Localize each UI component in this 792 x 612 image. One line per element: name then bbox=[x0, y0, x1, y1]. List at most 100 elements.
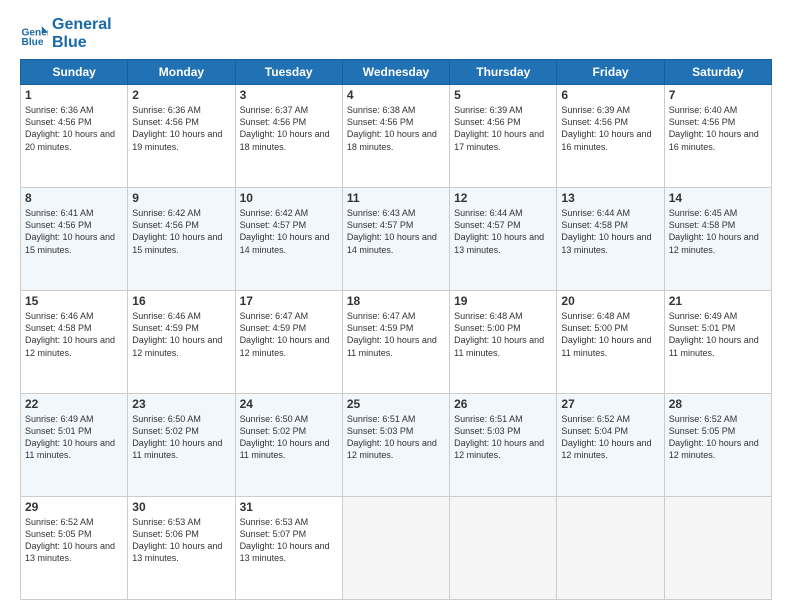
day-info: Sunrise: 6:50 AMSunset: 5:02 PMDaylight:… bbox=[240, 413, 338, 462]
day-cell-3: 3 Sunrise: 6:37 AMSunset: 4:56 PMDaylight… bbox=[235, 85, 342, 188]
day-cell-13: 13 Sunrise: 6:44 AMSunset: 4:58 PMDayligh… bbox=[557, 188, 664, 291]
day-info: Sunrise: 6:48 AMSunset: 5:00 PMDaylight:… bbox=[454, 310, 552, 359]
day-cell-14: 14 Sunrise: 6:45 AMSunset: 4:58 PMDayligh… bbox=[664, 188, 771, 291]
day-info: Sunrise: 6:36 AMSunset: 4:56 PMDaylight:… bbox=[25, 104, 123, 153]
day-number: 18 bbox=[347, 294, 445, 308]
day-cell-29: 29 Sunrise: 6:52 AMSunset: 5:05 PMDayligh… bbox=[21, 497, 128, 600]
day-number: 2 bbox=[132, 88, 230, 102]
day-number: 4 bbox=[347, 88, 445, 102]
day-info: Sunrise: 6:47 AMSunset: 4:59 PMDaylight:… bbox=[240, 310, 338, 359]
logo-blue: Blue bbox=[52, 34, 112, 52]
day-cell-11: 11 Sunrise: 6:43 AMSunset: 4:57 PMDayligh… bbox=[342, 188, 449, 291]
svg-text:Blue: Blue bbox=[22, 36, 44, 47]
header: General Blue General Blue bbox=[20, 16, 772, 51]
day-info: Sunrise: 6:53 AMSunset: 5:06 PMDaylight:… bbox=[132, 516, 230, 565]
day-number: 21 bbox=[669, 294, 767, 308]
day-number: 10 bbox=[240, 191, 338, 205]
day-number: 6 bbox=[561, 88, 659, 102]
day-number: 17 bbox=[240, 294, 338, 308]
page: General Blue General Blue SundayMondayTu… bbox=[0, 0, 792, 612]
day-cell-23: 23Sunrise: 6:50 AMSunset: 5:02 PMDayligh… bbox=[128, 394, 235, 497]
day-info: Sunrise: 6:53 AMSunset: 5:07 PMDaylight:… bbox=[240, 516, 338, 565]
day-cell-9: 9 Sunrise: 6:42 AMSunset: 4:56 PMDaylight… bbox=[128, 188, 235, 291]
day-number: 12 bbox=[454, 191, 552, 205]
day-cell-4: 4 Sunrise: 6:38 AMSunset: 4:56 PMDaylight… bbox=[342, 85, 449, 188]
day-header-wednesday: Wednesday bbox=[342, 60, 449, 85]
day-cell-18: 18Sunrise: 6:47 AMSunset: 4:59 PMDayligh… bbox=[342, 291, 449, 394]
day-header-thursday: Thursday bbox=[450, 60, 557, 85]
logo-icon: General Blue bbox=[20, 20, 48, 48]
day-cell-8: 8Sunrise: 6:41 AMSunset: 4:56 PMDaylight… bbox=[21, 188, 128, 291]
day-cell-6: 6 Sunrise: 6:39 AMSunset: 4:56 PMDaylight… bbox=[557, 85, 664, 188]
day-number: 25 bbox=[347, 397, 445, 411]
day-info: Sunrise: 6:37 AMSunset: 4:56 PMDaylight:… bbox=[240, 104, 338, 153]
day-number: 3 bbox=[240, 88, 338, 102]
day-number: 5 bbox=[454, 88, 552, 102]
day-info: Sunrise: 6:51 AMSunset: 5:03 PMDaylight:… bbox=[347, 413, 445, 462]
day-info: Sunrise: 6:41 AMSunset: 4:56 PMDaylight:… bbox=[25, 207, 123, 256]
week-row-2: 8Sunrise: 6:41 AMSunset: 4:56 PMDaylight… bbox=[21, 188, 772, 291]
day-number: 22 bbox=[25, 397, 123, 411]
day-number: 16 bbox=[132, 294, 230, 308]
day-number: 13 bbox=[561, 191, 659, 205]
day-info: Sunrise: 6:43 AMSunset: 4:57 PMDaylight:… bbox=[347, 207, 445, 256]
week-row-1: 1 Sunrise: 6:36 AMSunset: 4:56 PMDaylight… bbox=[21, 85, 772, 188]
day-cell-5: 5 Sunrise: 6:39 AMSunset: 4:56 PMDaylight… bbox=[450, 85, 557, 188]
empty-cell bbox=[450, 497, 557, 600]
day-info: Sunrise: 6:42 AMSunset: 4:57 PMDaylight:… bbox=[240, 207, 338, 256]
day-number: 29 bbox=[25, 500, 123, 514]
day-info: Sunrise: 6:51 AMSunset: 5:03 PMDaylight:… bbox=[454, 413, 552, 462]
calendar-header-row: SundayMondayTuesdayWednesdayThursdayFrid… bbox=[21, 60, 772, 85]
empty-cell bbox=[342, 497, 449, 600]
day-cell-19: 19 Sunrise: 6:48 AMSunset: 5:00 PMDayligh… bbox=[450, 291, 557, 394]
day-header-friday: Friday bbox=[557, 60, 664, 85]
day-cell-28: 28Sunrise: 6:52 AMSunset: 5:05 PMDayligh… bbox=[664, 394, 771, 497]
day-cell-16: 16Sunrise: 6:46 AMSunset: 4:59 PMDayligh… bbox=[128, 291, 235, 394]
day-info: Sunrise: 6:52 AMSunset: 5:04 PMDaylight:… bbox=[561, 413, 659, 462]
week-row-5: 29 Sunrise: 6:52 AMSunset: 5:05 PMDayligh… bbox=[21, 497, 772, 600]
day-info: Sunrise: 6:48 AMSunset: 5:00 PMDaylight:… bbox=[561, 310, 659, 359]
day-number: 7 bbox=[669, 88, 767, 102]
day-number: 23 bbox=[132, 397, 230, 411]
day-cell-27: 27Sunrise: 6:52 AMSunset: 5:04 PMDayligh… bbox=[557, 394, 664, 497]
day-info: Sunrise: 6:38 AMSunset: 4:56 PMDaylight:… bbox=[347, 104, 445, 153]
day-cell-30: 30 Sunrise: 6:53 AMSunset: 5:06 PMDayligh… bbox=[128, 497, 235, 600]
day-info: Sunrise: 6:42 AMSunset: 4:56 PMDaylight:… bbox=[132, 207, 230, 256]
day-number: 11 bbox=[347, 191, 445, 205]
day-info: Sunrise: 6:44 AMSunset: 4:58 PMDaylight:… bbox=[561, 207, 659, 256]
day-header-monday: Monday bbox=[128, 60, 235, 85]
day-cell-15: 15Sunrise: 6:46 AMSunset: 4:58 PMDayligh… bbox=[21, 291, 128, 394]
day-info: Sunrise: 6:49 AMSunset: 5:01 PMDaylight:… bbox=[25, 413, 123, 462]
day-info: Sunrise: 6:39 AMSunset: 4:56 PMDaylight:… bbox=[454, 104, 552, 153]
day-cell-31: 31Sunrise: 6:53 AMSunset: 5:07 PMDayligh… bbox=[235, 497, 342, 600]
day-number: 14 bbox=[669, 191, 767, 205]
day-cell-25: 25 Sunrise: 6:51 AMSunset: 5:03 PMDayligh… bbox=[342, 394, 449, 497]
day-cell-20: 20Sunrise: 6:48 AMSunset: 5:00 PMDayligh… bbox=[557, 291, 664, 394]
week-row-3: 15Sunrise: 6:46 AMSunset: 4:58 PMDayligh… bbox=[21, 291, 772, 394]
empty-cell bbox=[664, 497, 771, 600]
day-cell-24: 24 Sunrise: 6:50 AMSunset: 5:02 PMDayligh… bbox=[235, 394, 342, 497]
day-number: 19 bbox=[454, 294, 552, 308]
day-info: Sunrise: 6:52 AMSunset: 5:05 PMDaylight:… bbox=[669, 413, 767, 462]
day-number: 30 bbox=[132, 500, 230, 514]
day-info: Sunrise: 6:39 AMSunset: 4:56 PMDaylight:… bbox=[561, 104, 659, 153]
day-info: Sunrise: 6:45 AMSunset: 4:58 PMDaylight:… bbox=[669, 207, 767, 256]
day-header-tuesday: Tuesday bbox=[235, 60, 342, 85]
day-cell-12: 12Sunrise: 6:44 AMSunset: 4:57 PMDayligh… bbox=[450, 188, 557, 291]
day-header-saturday: Saturday bbox=[664, 60, 771, 85]
day-info: Sunrise: 6:52 AMSunset: 5:05 PMDaylight:… bbox=[25, 516, 123, 565]
day-cell-1: 1 Sunrise: 6:36 AMSunset: 4:56 PMDaylight… bbox=[21, 85, 128, 188]
day-cell-26: 26Sunrise: 6:51 AMSunset: 5:03 PMDayligh… bbox=[450, 394, 557, 497]
day-number: 1 bbox=[25, 88, 123, 102]
week-row-4: 22 Sunrise: 6:49 AMSunset: 5:01 PMDayligh… bbox=[21, 394, 772, 497]
day-number: 24 bbox=[240, 397, 338, 411]
day-info: Sunrise: 6:49 AMSunset: 5:01 PMDaylight:… bbox=[669, 310, 767, 359]
empty-cell bbox=[557, 497, 664, 600]
day-cell-7: 7Sunrise: 6:40 AMSunset: 4:56 PMDaylight… bbox=[664, 85, 771, 188]
day-header-sunday: Sunday bbox=[21, 60, 128, 85]
day-cell-22: 22 Sunrise: 6:49 AMSunset: 5:01 PMDayligh… bbox=[21, 394, 128, 497]
logo: General Blue General Blue bbox=[20, 16, 112, 51]
day-cell-10: 10 Sunrise: 6:42 AMSunset: 4:57 PMDayligh… bbox=[235, 188, 342, 291]
day-info: Sunrise: 6:36 AMSunset: 4:56 PMDaylight:… bbox=[132, 104, 230, 153]
day-number: 9 bbox=[132, 191, 230, 205]
